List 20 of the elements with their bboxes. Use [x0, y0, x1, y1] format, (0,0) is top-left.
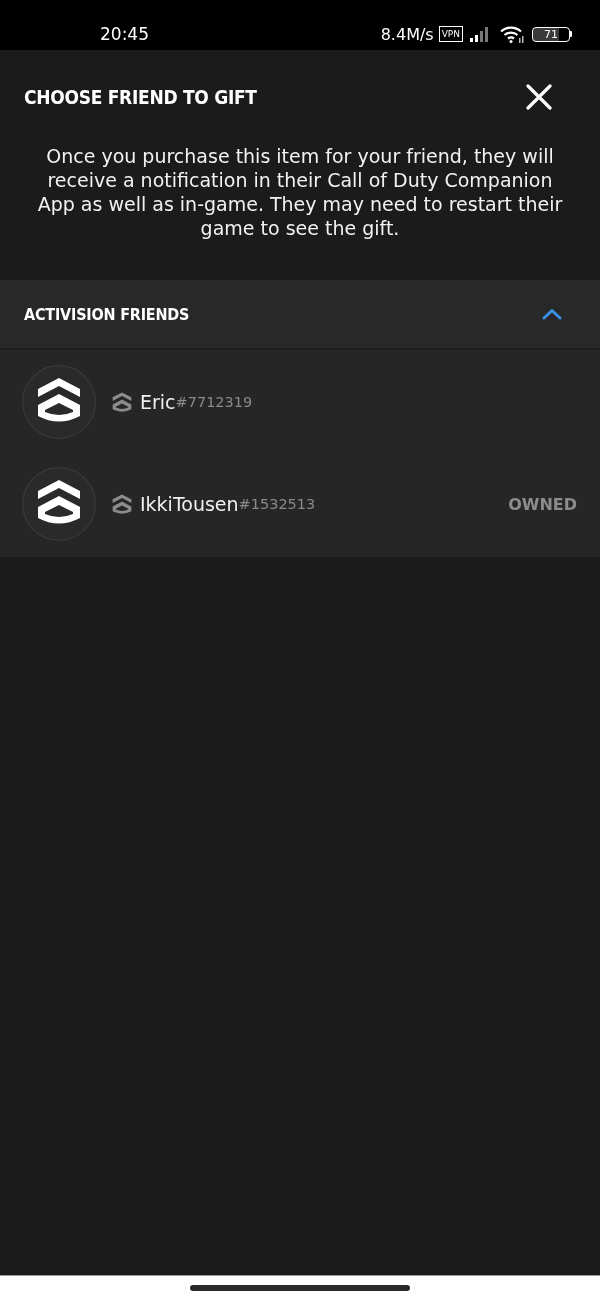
- friend-name: IkkiTousen: [140, 493, 239, 515]
- status-time: 20:45: [100, 24, 149, 44]
- friend-tag: #1532513: [238, 496, 316, 512]
- chevrons-icon: [111, 392, 133, 412]
- chevrons-icon: [111, 494, 133, 514]
- chevrons-avatar-icon: [22, 467, 96, 541]
- section-title: ACTIVISION FRIENDS: [24, 304, 190, 324]
- network-speed: 8.4M/s: [380, 24, 434, 44]
- gesture-handle[interactable]: [190, 1285, 410, 1291]
- friend-tag: #7712319: [175, 394, 253, 410]
- status-label: OWNED: [508, 494, 577, 514]
- dialog-title: CHOOSE FRIEND TO GIFT: [24, 86, 257, 108]
- close-icon: [526, 84, 552, 110]
- section-header[interactable]: ACTIVISION FRIENDS: [0, 280, 600, 350]
- friend-name: Eric: [140, 391, 176, 413]
- battery-indicator: 71: [532, 26, 572, 42]
- vpn-indicator: VPN: [438, 26, 463, 42]
- gift-description: Once you purchase this item for your friend, they will receive a notification in their Call of Duty Companion App as well as in-game. They may need to restart their game to see the gift.: [36, 144, 564, 240]
- wifi-icon: [500, 25, 524, 43]
- chevrons-avatar-icon: [22, 365, 96, 439]
